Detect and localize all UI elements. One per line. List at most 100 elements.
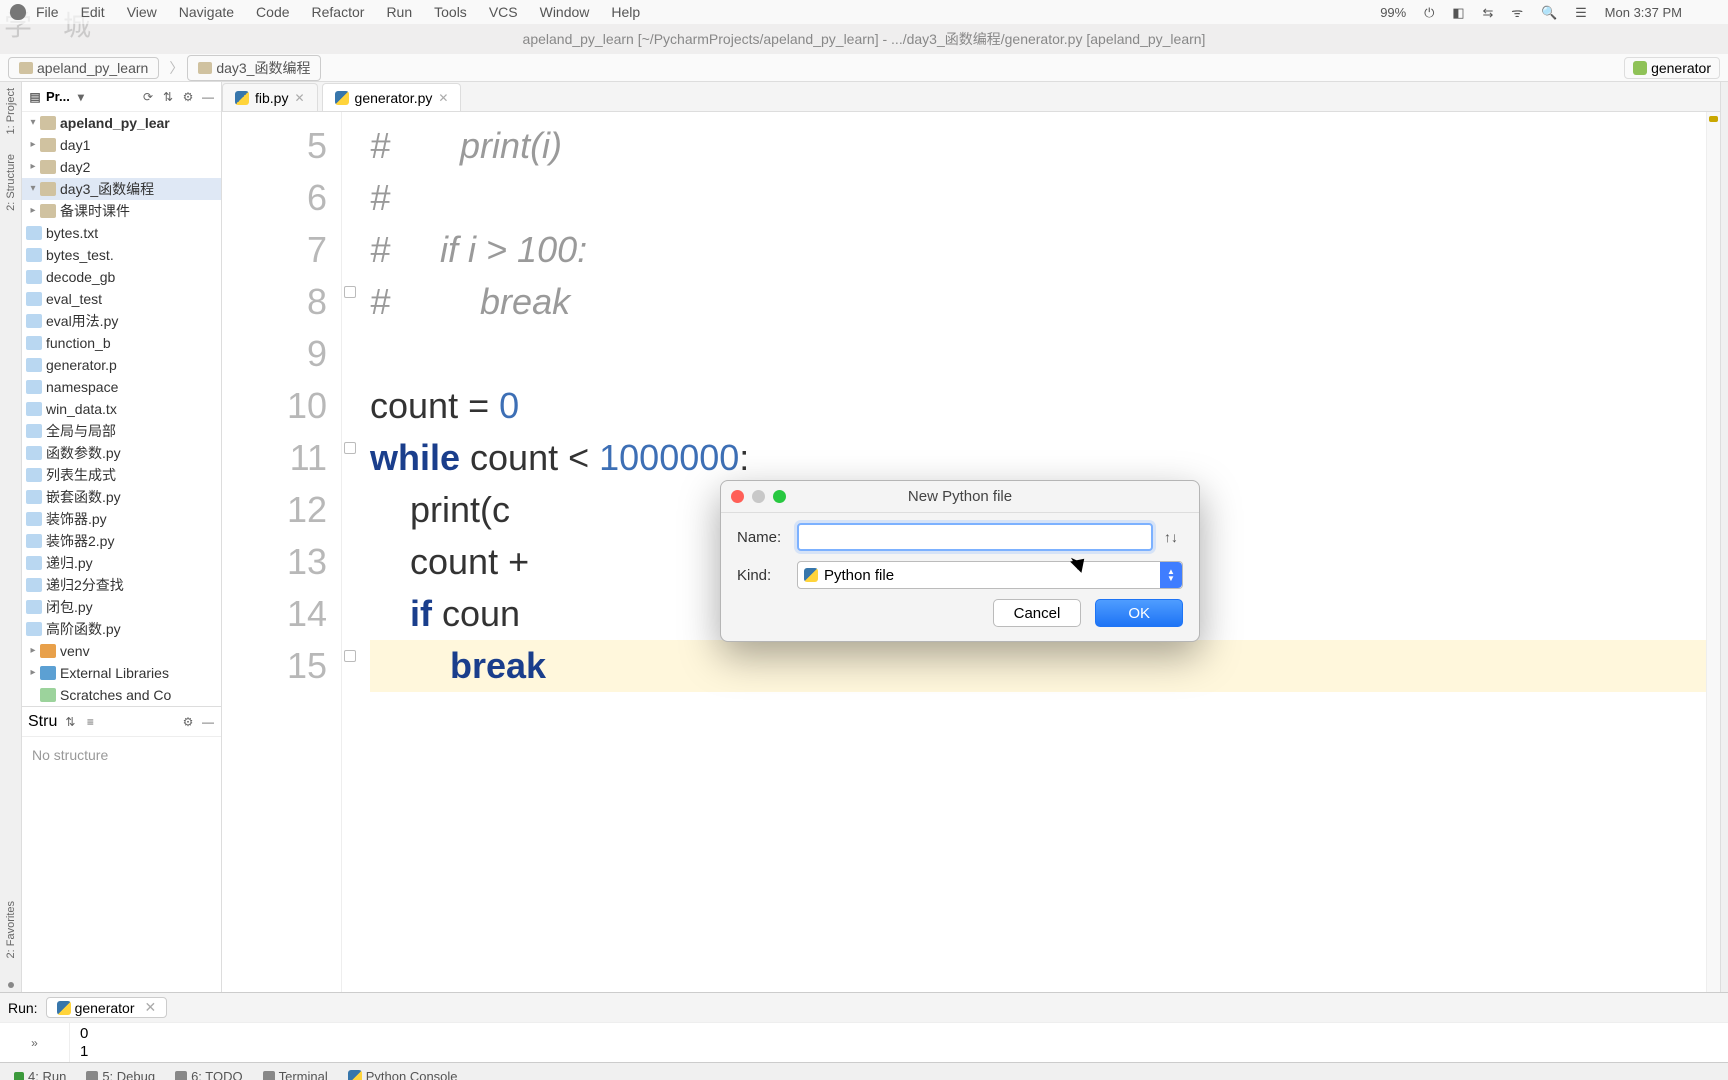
fold-marker-icon[interactable] bbox=[344, 442, 356, 454]
run-config-selector[interactable]: generator bbox=[1624, 57, 1720, 79]
file-icon bbox=[26, 336, 42, 350]
file-icon bbox=[26, 512, 42, 526]
project-tree[interactable]: ▾apeland_py_lear ▸day1 ▸day2 ▾day3_函数编程 … bbox=[22, 112, 221, 706]
chevron-right-icon: 〉 bbox=[169, 58, 183, 78]
run-config-tab[interactable]: generator✕ bbox=[46, 997, 168, 1018]
history-updown-icon[interactable]: ↑↓ bbox=[1159, 529, 1183, 545]
menu-vcs[interactable]: VCS bbox=[489, 4, 518, 20]
tab-fib[interactable]: fib.py✕ bbox=[222, 83, 318, 111]
file-icon bbox=[26, 622, 42, 636]
tool-run[interactable]: 4: Run bbox=[14, 1069, 66, 1080]
dropdown-icon[interactable]: ▾ bbox=[74, 90, 88, 104]
run-controls[interactable]: » bbox=[0, 1023, 70, 1062]
file-icon bbox=[26, 490, 42, 504]
menu-file[interactable]: File bbox=[36, 4, 59, 20]
rail-dot-icon bbox=[8, 982, 14, 988]
python-icon bbox=[57, 1001, 71, 1015]
project-icon: ▤ bbox=[28, 90, 42, 104]
structure-title: Stru bbox=[28, 713, 57, 731]
tool-todo[interactable]: 6: TODO bbox=[175, 1069, 243, 1080]
tab-generator[interactable]: generator.py✕ bbox=[322, 83, 462, 111]
file-icon bbox=[26, 402, 42, 416]
filter-icon[interactable]: ≡ bbox=[83, 715, 97, 729]
status-display-icon[interactable]: ◧ bbox=[1452, 5, 1464, 20]
folder-icon bbox=[40, 204, 56, 218]
menu-window[interactable]: Window bbox=[540, 4, 590, 20]
terminal-icon bbox=[263, 1071, 275, 1080]
status-spotlight-icon[interactable]: 🔍 bbox=[1541, 5, 1557, 20]
name-input[interactable] bbox=[797, 523, 1153, 551]
file-icon bbox=[26, 248, 42, 262]
fold-marker-icon[interactable] bbox=[344, 650, 356, 662]
dialog-title: New Python file bbox=[721, 481, 1199, 513]
status-menu-icon[interactable]: ☰ bbox=[1575, 5, 1587, 20]
rail-structure[interactable]: 2: Structure bbox=[5, 154, 17, 211]
status-clock[interactable]: Mon 3:37 PM bbox=[1605, 5, 1682, 20]
tool-terminal[interactable]: Terminal bbox=[263, 1069, 328, 1080]
error-stripe[interactable] bbox=[1706, 112, 1720, 992]
menu-help[interactable]: Help bbox=[611, 4, 640, 20]
breadcrumb-folder[interactable]: day3_函数编程 bbox=[187, 55, 321, 81]
collapse-icon[interactable]: ⇅ bbox=[161, 90, 175, 104]
warning-marker-icon[interactable] bbox=[1709, 116, 1718, 122]
run-icon bbox=[14, 1072, 24, 1080]
menu-refactor[interactable]: Refactor bbox=[312, 4, 365, 20]
file-icon bbox=[26, 292, 42, 306]
folder-icon bbox=[19, 62, 33, 74]
console-output[interactable]: 0 1 bbox=[70, 1023, 1728, 1062]
macos-menubar: File Edit View Navigate Code Refactor Ru… bbox=[0, 0, 1728, 24]
locate-icon[interactable]: ⟳ bbox=[141, 90, 155, 104]
file-icon bbox=[26, 226, 42, 240]
menu-run[interactable]: Run bbox=[386, 4, 412, 20]
close-icon[interactable]: ✕ bbox=[145, 999, 157, 1016]
status-battery[interactable]: 99% bbox=[1380, 5, 1406, 20]
window-zoom-icon[interactable] bbox=[773, 490, 786, 503]
window-close-icon[interactable] bbox=[731, 490, 744, 503]
structure-empty: No structure bbox=[22, 737, 221, 773]
gear-icon[interactable]: ⚙ bbox=[181, 715, 195, 729]
python-icon bbox=[235, 91, 249, 105]
python-icon bbox=[335, 91, 349, 105]
breadcrumb-root[interactable]: apeland_py_learn bbox=[8, 57, 159, 79]
file-icon bbox=[26, 424, 42, 438]
close-icon[interactable]: ✕ bbox=[438, 91, 448, 105]
sort-icon[interactable]: ⇅ bbox=[63, 715, 77, 729]
file-icon bbox=[26, 446, 42, 460]
run-label: Run: bbox=[8, 1000, 38, 1016]
kind-label: Kind: bbox=[737, 567, 797, 584]
hide-icon[interactable]: — bbox=[201, 90, 215, 104]
cancel-button[interactable]: Cancel bbox=[993, 599, 1082, 627]
run-toolwindow-header: Run: generator✕ bbox=[0, 992, 1728, 1022]
structure-panel: Stru ⇅ ≡ ⚙ — No structure bbox=[22, 706, 221, 826]
dropdown-icon[interactable]: ▲▼ bbox=[1160, 562, 1182, 588]
fold-column[interactable] bbox=[342, 112, 360, 992]
python-icon bbox=[348, 1070, 362, 1080]
fold-marker-icon[interactable] bbox=[344, 286, 356, 298]
menu-navigate[interactable]: Navigate bbox=[179, 4, 234, 20]
hide-icon[interactable]: — bbox=[201, 715, 215, 729]
menu-edit[interactable]: Edit bbox=[81, 4, 105, 20]
menu-code[interactable]: Code bbox=[256, 4, 289, 20]
status-wifi-icon[interactable]: ᯤ bbox=[1511, 5, 1523, 20]
ok-button[interactable]: OK bbox=[1095, 599, 1183, 627]
name-label: Name: bbox=[737, 529, 797, 546]
status-bar: 4: Run 5: Debug 6: TODO Terminal Python … bbox=[0, 1062, 1728, 1080]
rail-project[interactable]: 1: Project bbox=[5, 88, 17, 134]
tool-python-console[interactable]: Python Console bbox=[348, 1069, 458, 1080]
menu-tools[interactable]: Tools bbox=[434, 4, 467, 20]
right-gutter bbox=[1720, 82, 1728, 992]
rerun-icon[interactable]: » bbox=[31, 1036, 38, 1050]
status-input-icon[interactable]: ⇆ bbox=[1482, 5, 1493, 20]
kind-select[interactable]: Python file ▲▼ bbox=[797, 561, 1183, 589]
new-python-file-dialog: New Python file Name: ↑↓ Kind: Python fi… bbox=[720, 480, 1200, 642]
file-icon bbox=[26, 600, 42, 614]
close-icon[interactable]: ✕ bbox=[294, 91, 304, 105]
status-power-icon[interactable]: ⏻ bbox=[1424, 5, 1434, 20]
settings-icon[interactable]: ⚙ bbox=[181, 90, 195, 104]
window-title: apeland_py_learn [~/PycharmProjects/apel… bbox=[0, 24, 1728, 54]
library-icon bbox=[40, 666, 56, 680]
menu-view[interactable]: View bbox=[127, 4, 157, 20]
tool-debug[interactable]: 5: Debug bbox=[86, 1069, 155, 1080]
rail-favorites[interactable]: 2: Favorites bbox=[5, 901, 17, 958]
python-icon bbox=[1633, 61, 1647, 75]
